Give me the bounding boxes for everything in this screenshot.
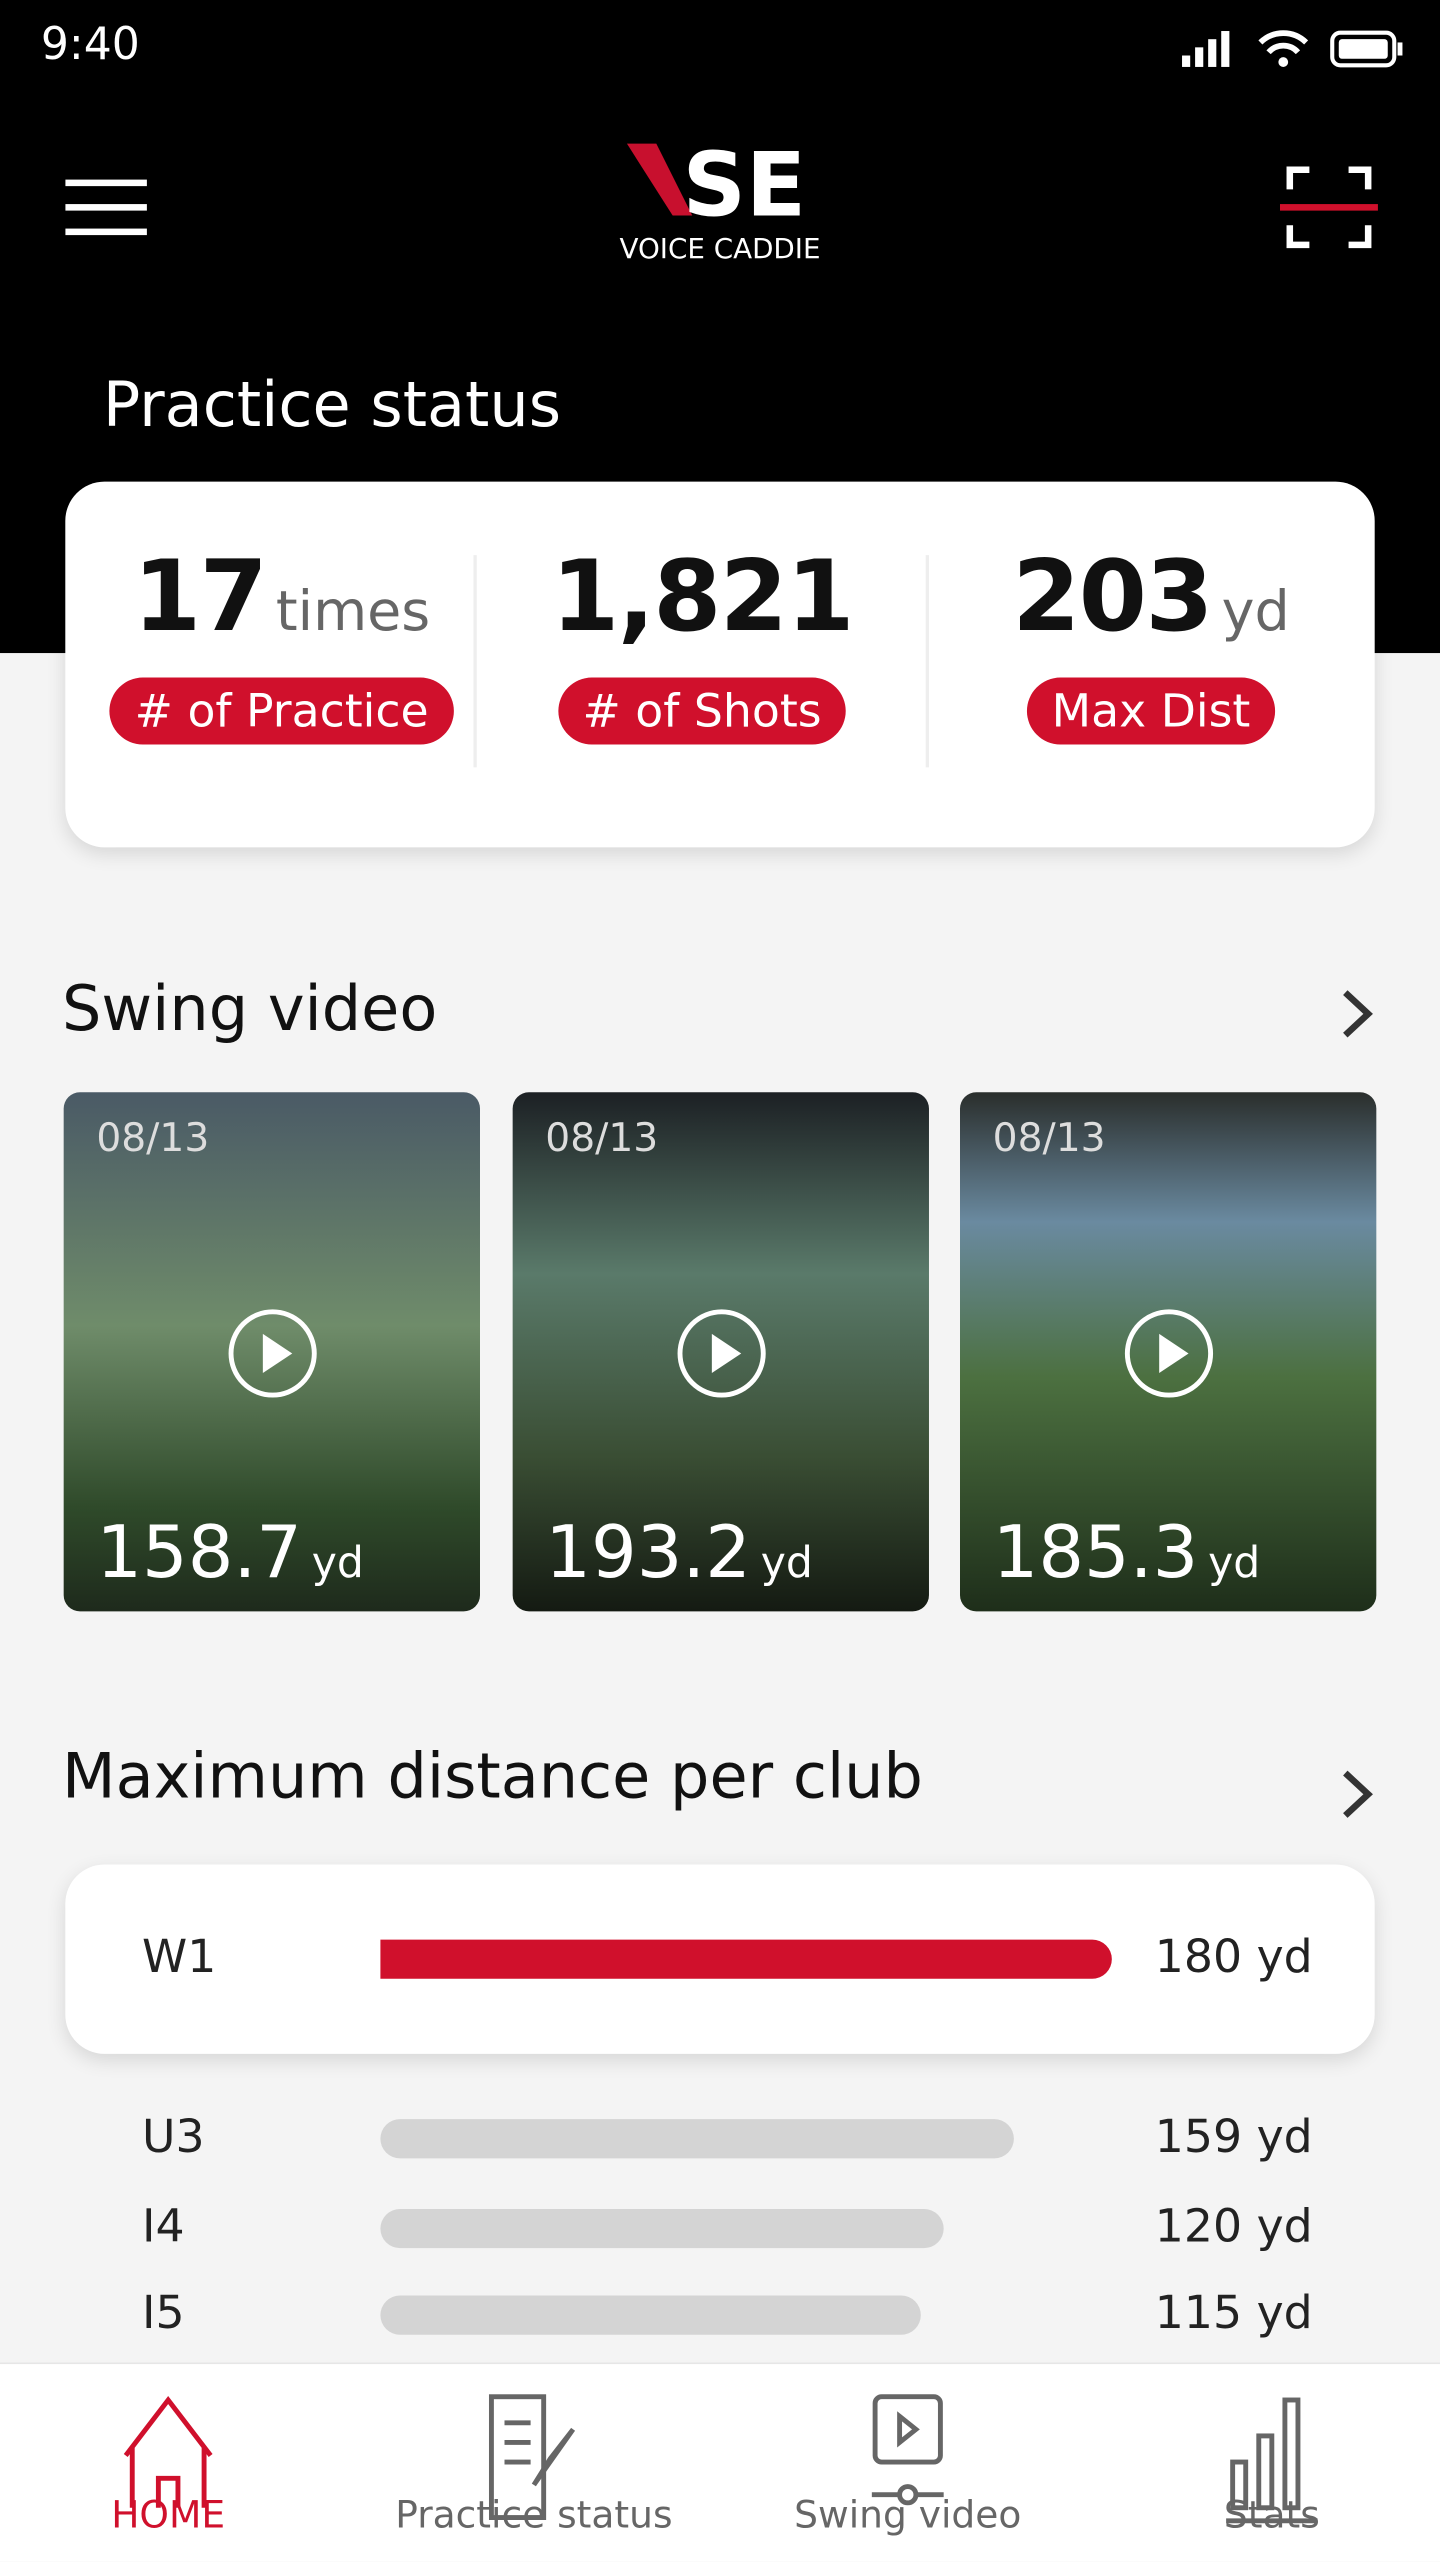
practice-status-title: Practice status — [102, 368, 562, 441]
club-name: W1 — [142, 1929, 217, 1984]
svg-text:SE: SE — [682, 137, 806, 236]
stat-label: # of Shots — [557, 677, 847, 745]
practice-summary-card[interactable]: 17 times # of Practice 1,821 # of Shots 2… — [65, 481, 1375, 848]
swing-video-more-button[interactable] — [1336, 983, 1378, 1058]
hamburger-icon — [65, 179, 147, 236]
video-distance-unit: yd — [311, 1539, 364, 1589]
video-distance: 193.2 — [545, 1511, 751, 1596]
nav-label: HOME — [111, 2494, 226, 2538]
video-distance: 185.3 — [992, 1511, 1199, 1596]
scan-icon — [1279, 166, 1378, 249]
menu-button[interactable] — [65, 176, 147, 245]
nav-label: Practice status — [395, 2494, 673, 2538]
divider — [925, 555, 929, 768]
club-distance-value: 120 yd — [1154, 2199, 1313, 2254]
stat-shot-count: 1,821 # of Shots — [498, 482, 906, 848]
club-distance-bar — [380, 2295, 921, 2335]
club-distance-value: 180 yd — [1154, 1929, 1313, 1984]
stat-max-distance: 203 yd Max Dist — [931, 482, 1372, 848]
status-time: 9:40 — [40, 19, 140, 71]
max-distance-title: Maximum distance per club — [62, 1740, 923, 1813]
video-distance: 158.7 — [96, 1511, 302, 1596]
status-icons — [1176, 23, 1405, 79]
chevron-right-icon — [1343, 1770, 1373, 1818]
video-thumbnail[interactable]: 08/13 193.2 yd — [512, 1092, 929, 1612]
swing-video-title: Swing video — [62, 973, 438, 1045]
nav-swing-video[interactable]: Swing video — [728, 2364, 1087, 2537]
club-distance-bar — [380, 1939, 1112, 1979]
video-thumbnail[interactable]: 08/13 185.3 yd — [959, 1092, 1377, 1612]
nav-stats[interactable]: Stats — [1092, 2364, 1440, 2537]
stat-label: # of Practice — [110, 677, 454, 745]
svg-text:VOICE CADDIE: VOICE CADDIE — [619, 232, 820, 265]
home-icon — [123, 2395, 213, 2524]
video-distance-unit: yd — [760, 1539, 813, 1589]
max-distance-more-button[interactable] — [1336, 1763, 1378, 1838]
video-thumbnail[interactable]: 08/13 158.7 yd — [63, 1092, 480, 1612]
club-distance-value: 115 yd — [1154, 2285, 1313, 2340]
video-date: 08/13 — [992, 1115, 1106, 1161]
nav-practice-status[interactable]: Practice status — [354, 2364, 713, 2537]
club-distance-bar — [380, 2119, 1014, 2159]
stat-unit: times — [275, 579, 431, 645]
stat-unit: yd — [1221, 579, 1290, 645]
stat-label: Max Dist — [1027, 677, 1275, 745]
video-date: 08/13 — [96, 1115, 210, 1161]
play-icon — [677, 1309, 766, 1398]
divider — [473, 555, 477, 768]
stat-value: 17 — [133, 540, 268, 655]
stat-practice-count: 17 times # of Practice — [65, 482, 498, 848]
club-distance-bar — [380, 2208, 944, 2249]
chevron-right-icon — [1343, 990, 1373, 1038]
club-name: I5 — [142, 2285, 185, 2340]
stat-value: 1,821 — [551, 540, 854, 655]
play-icon — [228, 1309, 317, 1398]
club-distance-value: 159 yd — [1154, 2109, 1313, 2164]
bottom-nav: HOME Practice status Swing video Stats — [0, 2362, 1440, 2562]
nav-home[interactable]: HOME — [0, 2364, 348, 2537]
stat-value: 203 — [1012, 540, 1213, 655]
club-name: U3 — [142, 2109, 205, 2164]
club-name: I4 — [142, 2199, 185, 2254]
video-distance-unit: yd — [1208, 1539, 1261, 1589]
nav-label: Stats — [1223, 2494, 1320, 2538]
video-date: 08/13 — [545, 1115, 659, 1161]
logo: SE VOICE CADDIE — [604, 134, 836, 274]
scan-button[interactable] — [1279, 163, 1378, 258]
nav-label: Swing video — [794, 2494, 1022, 2538]
play-icon — [1124, 1309, 1214, 1398]
